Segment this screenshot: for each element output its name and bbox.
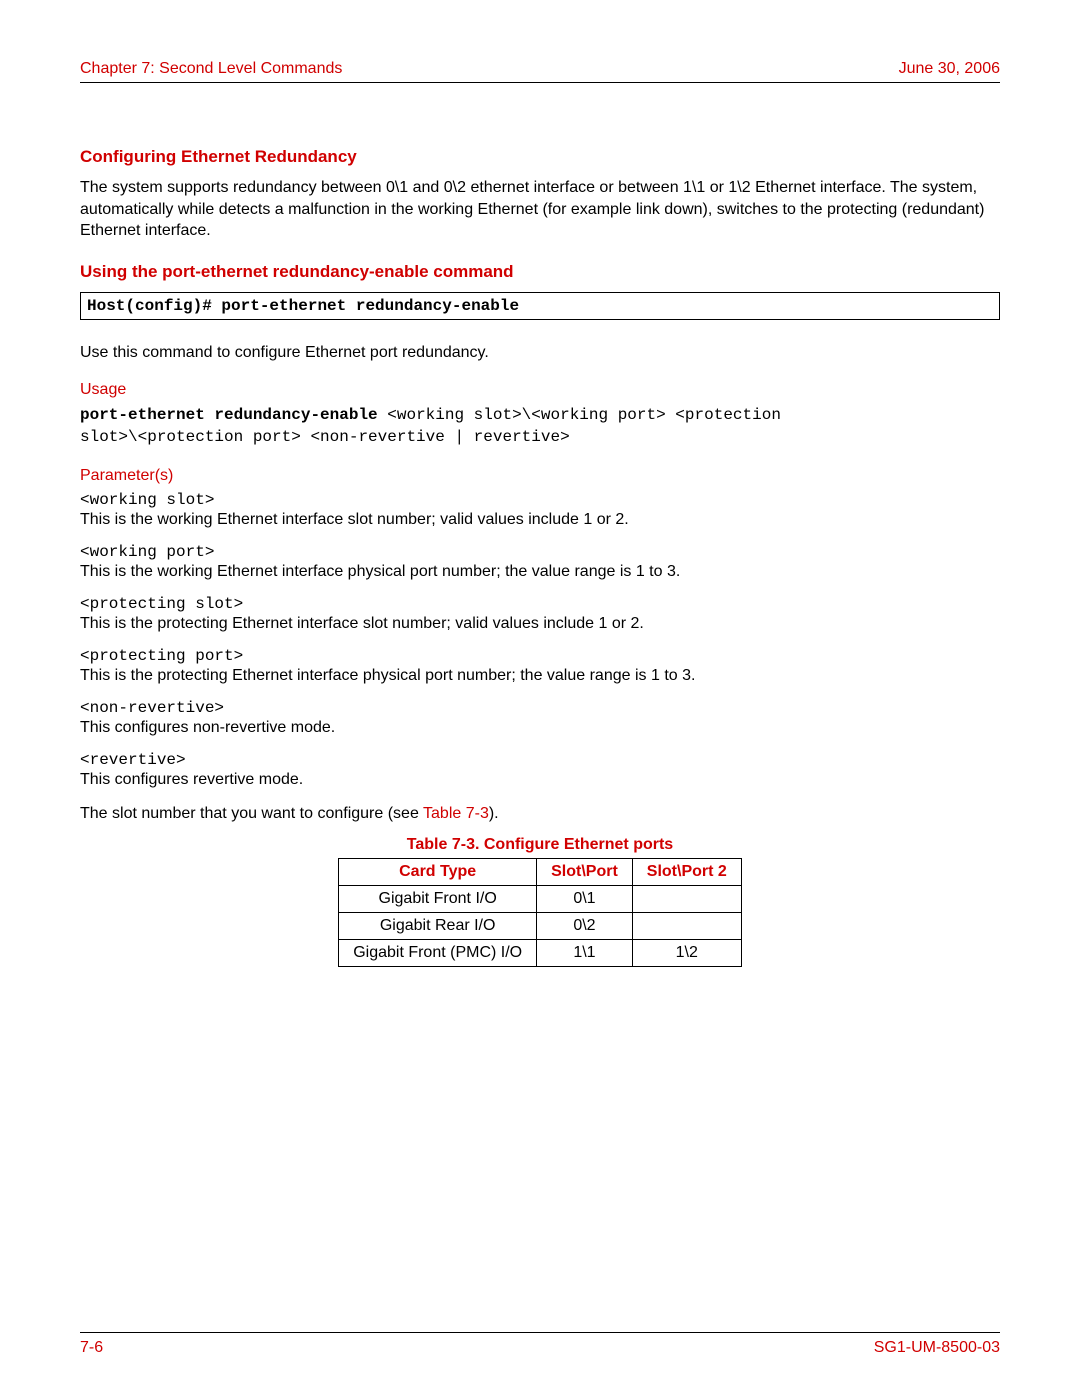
param-name: <protecting slot> [80,595,1000,613]
command-box: Host(config)# port-ethernet redundancy-e… [80,292,1000,320]
page-footer: 7-6 SG1-UM-8500-03 [80,1332,1000,1357]
param-name: <working port> [80,543,1000,561]
usage-args-1: <working slot>\<working port> <protectio… [378,406,781,424]
command-description: Use this command to configure Ethernet p… [80,342,1000,364]
parameters-label: Parameter(s) [80,467,1000,485]
param-name: <working slot> [80,491,1000,509]
th-slot-port: Slot\Port [537,859,633,886]
header-date: June 30, 2006 [899,60,1000,78]
table-caption: Table 7-3. Configure Ethernet ports [80,836,1000,854]
param-working-slot: <working slot> This is the working Ether… [80,491,1000,529]
td-slot-port-2 [632,913,741,940]
ethernet-ports-table: Card Type Slot\Port Slot\Port 2 Gigabit … [338,858,742,967]
td-card-type: Gigabit Front I/O [339,886,537,913]
param-desc: This configures revertive mode. [80,771,303,788]
footer-page-number: 7-6 [80,1339,103,1357]
param-desc: This is the protecting Ethernet interfac… [80,667,695,684]
section-title-configuring: Configuring Ethernet Redundancy [80,147,1000,167]
param-name: <non-revertive> [80,699,1000,717]
param-desc: This is the protecting Ethernet interfac… [80,615,644,632]
table-row: Gigabit Rear I/O 0\2 [339,913,742,940]
param-desc: This is the working Ethernet interface s… [80,511,629,528]
td-card-type: Gigabit Front (PMC) I/O [339,940,537,967]
td-card-type: Gigabit Rear I/O [339,913,537,940]
td-slot-port: 1\1 [537,940,633,967]
table-row: Gigabit Front (PMC) I/O 1\1 1\2 [339,940,742,967]
usage-label: Usage [80,381,1000,399]
section-body-configuring: The system supports redundancy between 0… [80,177,1000,242]
header-chapter: Chapter 7: Second Level Commands [80,60,342,78]
td-slot-port-2: 1\2 [632,940,741,967]
usage-args-2: slot>\<protection port> <non-revertive |… [80,428,570,446]
table-reference-note: The slot number that you want to configu… [80,803,1000,825]
th-slot-port-2: Slot\Port 2 [632,859,741,886]
footer-doc-id: SG1-UM-8500-03 [874,1339,1000,1357]
table-link[interactable]: Table 7-3 [423,805,489,822]
td-slot-port: 0\1 [537,886,633,913]
param-name: <protecting port> [80,647,1000,665]
param-name: <revertive> [80,751,1000,769]
section-title-using-command: Using the port-ethernet redundancy-enabl… [80,262,1000,282]
td-slot-port-2 [632,886,741,913]
table-row: Gigabit Front I/O 0\1 [339,886,742,913]
note-pre: The slot number that you want to configu… [80,805,423,822]
td-slot-port: 0\2 [537,913,633,940]
th-card-type: Card Type [339,859,537,886]
usage-syntax: port-ethernet redundancy-enable <working… [80,405,1000,448]
note-post: ). [489,805,499,822]
param-protecting-port: <protecting port> This is the protecting… [80,647,1000,685]
page: Chapter 7: Second Level Commands June 30… [0,0,1080,1397]
param-revertive: <revertive> This configures revertive mo… [80,751,1000,789]
table-header-row: Card Type Slot\Port Slot\Port 2 [339,859,742,886]
param-non-revertive: <non-revertive> This configures non-reve… [80,699,1000,737]
page-header: Chapter 7: Second Level Commands June 30… [80,60,1000,83]
param-desc: This is the working Ethernet interface p… [80,563,680,580]
param-working-port: <working port> This is the working Ether… [80,543,1000,581]
param-protecting-slot: <protecting slot> This is the protecting… [80,595,1000,633]
usage-command-bold: port-ethernet redundancy-enable [80,406,378,424]
content: Configuring Ethernet Redundancy The syst… [80,143,1000,967]
param-desc: This configures non-revertive mode. [80,719,335,736]
